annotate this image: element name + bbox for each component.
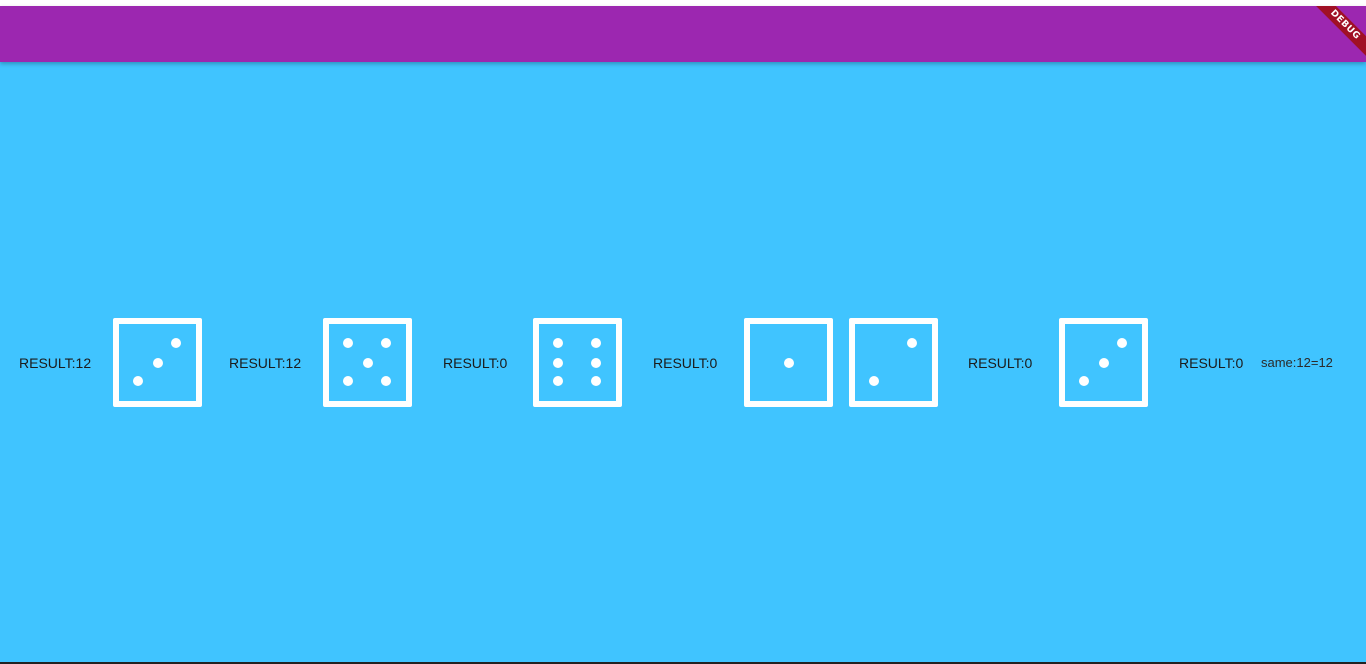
- result-label-5: RESULT:0: [968, 355, 1033, 371]
- die-pip: [362, 357, 373, 368]
- die-pip: [869, 376, 879, 386]
- die-pip: [907, 338, 917, 348]
- result-label-4: RESULT:0: [653, 355, 718, 371]
- die-pip: [1079, 376, 1089, 386]
- die-pip: [553, 357, 563, 368]
- die-pip: [343, 376, 353, 386]
- result-label-1: RESULT:12: [19, 355, 92, 371]
- die-frame: [533, 318, 622, 407]
- die-1[interactable]: [113, 318, 202, 407]
- app-bar: [0, 6, 1366, 62]
- die-pip: [591, 357, 601, 368]
- debug-banner-label: DEBUG: [1309, 6, 1366, 61]
- die-pip: [553, 376, 563, 386]
- die-pip: [152, 357, 163, 368]
- debug-banner: DEBUG: [1306, 6, 1366, 66]
- result-label-2: RESULT:12: [229, 355, 302, 371]
- die-pip: [381, 376, 391, 386]
- die-pip: [1117, 338, 1127, 348]
- die-pip: [553, 338, 563, 348]
- result-label-6: RESULT:0: [1179, 355, 1244, 371]
- same-result-text: same:12=12: [1261, 355, 1333, 370]
- die-4[interactable]: [744, 318, 833, 407]
- die-pip: [171, 338, 181, 348]
- die-pip: [1098, 357, 1109, 368]
- die-pip: [133, 376, 143, 386]
- app-window: DEBUG RESULT:12 RESULT:12 RESULT:0 RESUL…: [0, 0, 1366, 664]
- die-5[interactable]: [849, 318, 938, 407]
- die-pip: [343, 338, 353, 348]
- die-6[interactable]: [1059, 318, 1148, 407]
- die-frame: [849, 318, 938, 407]
- die-pip: [381, 338, 391, 348]
- result-label-3: RESULT:0: [443, 355, 508, 371]
- die-2[interactable]: [323, 318, 412, 407]
- die-pip: [591, 338, 601, 348]
- die-pip: [591, 376, 601, 386]
- die-pip: [783, 357, 794, 368]
- die-3[interactable]: [533, 318, 622, 407]
